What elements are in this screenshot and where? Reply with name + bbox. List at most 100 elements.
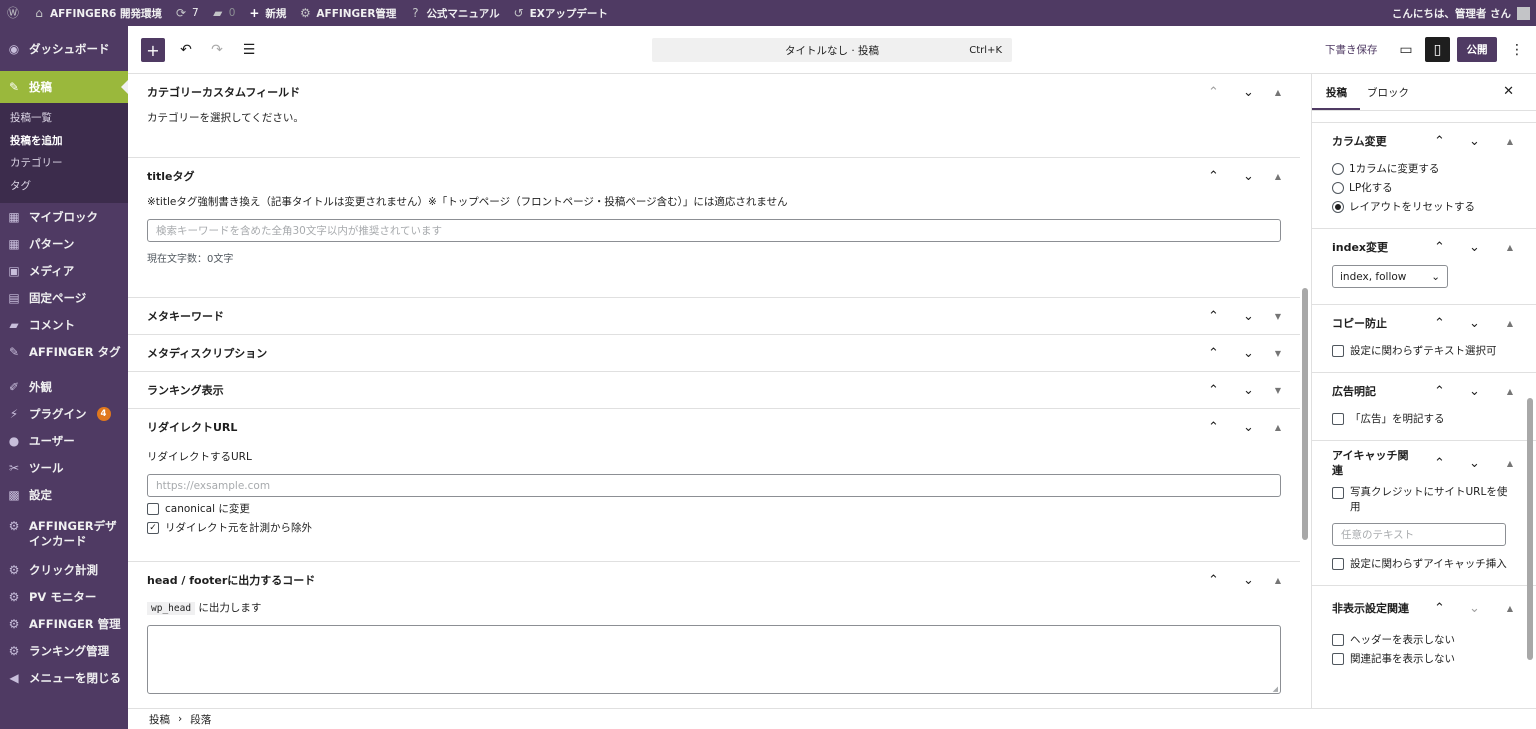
ex-update-link[interactable]: ↺ EXアップデート xyxy=(506,0,614,26)
move-down-icon[interactable]: ⌄ xyxy=(1457,456,1492,471)
move-down-icon[interactable]: ⌄ xyxy=(1231,85,1266,100)
menu-media[interactable]: ▣ メディア xyxy=(0,257,128,284)
updates-link[interactable]: ⟳ 7 xyxy=(168,0,205,26)
index-select[interactable]: index, follow ⌄ xyxy=(1332,265,1448,288)
main-scrollbar-thumb[interactable] xyxy=(1302,288,1308,540)
redo-button[interactable]: ↷ xyxy=(205,38,229,62)
head-code-textarea[interactable] xyxy=(147,625,1281,694)
command-palette-bar[interactable]: タイトルなし · 投稿 Ctrl+K xyxy=(652,38,1012,62)
save-draft-button[interactable]: 下書き保存 xyxy=(1325,38,1378,62)
move-down-icon[interactable]: ⌄ xyxy=(1457,316,1492,331)
move-up-icon[interactable]: ⌃ xyxy=(1422,240,1457,255)
wordpress-logo[interactable]: Ⓦ xyxy=(0,0,26,26)
menu-plugins[interactable]: ⚡ プラグイン 4 xyxy=(0,400,128,427)
submenu-tags[interactable]: タグ xyxy=(0,175,128,198)
move-up-icon[interactable]: ⌃ xyxy=(1422,601,1457,616)
add-block-button[interactable]: + xyxy=(141,38,165,62)
move-up-icon[interactable]: ⌃ xyxy=(1196,420,1231,435)
panel-title[interactable]: ランキング表示 xyxy=(128,372,1300,408)
move-up-icon[interactable]: ⌃ xyxy=(1196,573,1231,588)
toggle-panel-icon[interactable]: ▼ xyxy=(1266,312,1290,321)
toggle-panel-icon[interactable]: ▲ xyxy=(1492,319,1528,328)
comments-link[interactable]: ▰ 0 xyxy=(205,0,242,26)
hide-related-row[interactable]: 関連記事を表示しない xyxy=(1332,649,1516,668)
preview-button[interactable]: ▭ xyxy=(1394,38,1418,62)
menu-patterns[interactable]: ▦ パターン xyxy=(0,230,128,257)
move-up-icon[interactable]: ⌃ xyxy=(1196,85,1231,100)
toggle-panel-icon[interactable]: ▲ xyxy=(1266,88,1290,97)
account-menu[interactable]: こんにちは、管理者 さん xyxy=(1392,6,1536,21)
panel-title[interactable]: アイキャッチ関連 xyxy=(1332,441,1412,485)
toggle-panel-icon[interactable]: ▲ xyxy=(1266,576,1290,585)
menu-my-blocks[interactable]: ▦ マイブロック xyxy=(0,203,128,230)
move-up-icon[interactable]: ⌃ xyxy=(1196,346,1231,361)
toggle-panel-icon[interactable]: ▲ xyxy=(1492,243,1528,252)
move-up-icon[interactable]: ⌃ xyxy=(1196,169,1231,184)
menu-affinger-tag[interactable]: ✎ AFFINGER タグ xyxy=(0,338,128,365)
menu-collapse[interactable]: ◀ メニューを閉じる xyxy=(0,664,128,691)
menu-appearance[interactable]: ✐ 外観 xyxy=(0,373,128,400)
move-up-icon[interactable]: ⌃ xyxy=(1196,309,1231,324)
ad-checkbox-row[interactable]: 「広告」を明記する xyxy=(1332,409,1516,428)
undo-button[interactable]: ↶ xyxy=(174,38,198,62)
new-content-link[interactable]: + 新規 xyxy=(241,0,292,26)
checkbox[interactable] xyxy=(1332,487,1344,499)
panel-title[interactable]: メタキーワード xyxy=(128,298,1300,334)
radio-button[interactable] xyxy=(1332,162,1344,175)
canonical-checkbox[interactable] xyxy=(147,502,159,515)
radio-reset-layout[interactable]: レイアウトをリセットする xyxy=(1332,197,1516,216)
move-down-icon[interactable]: ⌄ xyxy=(1231,309,1266,324)
checkbox[interactable] xyxy=(1332,652,1344,665)
checkbox[interactable] xyxy=(1332,412,1344,425)
canonical-checkbox-row[interactable]: canonical に変更 xyxy=(147,499,1281,518)
copy-checkbox-row[interactable]: 設定に関わらずテキスト選択可 xyxy=(1332,341,1516,360)
settings-toggle-button[interactable]: ▯ xyxy=(1425,37,1450,62)
menu-settings[interactable]: ▩ 設定 xyxy=(0,481,128,508)
move-down-icon[interactable]: ⌄ xyxy=(1457,134,1492,149)
menu-pages[interactable]: ▤ 固定ページ xyxy=(0,284,128,311)
panel-title[interactable]: メタディスクリプション xyxy=(128,335,1300,371)
breadcrumb-post[interactable]: 投稿 xyxy=(149,712,170,727)
credit-checkbox-row[interactable]: 写真クレジットにサイトURLを使用 xyxy=(1332,485,1516,515)
panel-title[interactable]: カテゴリーカスタムフィールド xyxy=(128,74,1300,110)
radio-button[interactable] xyxy=(1332,181,1344,194)
exclude-checkbox-row[interactable]: ✓ リダイレクト元を計測から除外 xyxy=(147,518,1281,537)
options-button[interactable]: ⋮ xyxy=(1505,38,1529,62)
manual-link[interactable]: ? 公式マニュアル xyxy=(402,0,505,26)
submenu-all-posts[interactable]: 投稿一覧 xyxy=(0,107,128,130)
toggle-panel-icon[interactable]: ▲ xyxy=(1492,137,1528,146)
toggle-panel-icon[interactable]: ▲ xyxy=(1266,423,1290,432)
move-down-icon[interactable]: ⌄ xyxy=(1457,240,1492,255)
document-overview-button[interactable]: ☰ xyxy=(237,38,261,62)
toggle-panel-icon[interactable]: ▲ xyxy=(1266,172,1290,181)
publish-button[interactable]: 公開 xyxy=(1457,37,1497,62)
redirect-url-input[interactable]: https://exsample.com xyxy=(147,474,1281,497)
tab-post[interactable]: 投稿 xyxy=(1326,85,1347,100)
submenu-categories[interactable]: カテゴリー xyxy=(0,152,128,175)
breadcrumb-paragraph[interactable]: 段落 xyxy=(190,712,211,727)
menu-users[interactable]: ● ユーザー xyxy=(0,427,128,454)
eyecatch-insert-row[interactable]: 設定に関わらずアイキャッチ挿入 xyxy=(1332,554,1516,573)
menu-pv-monitor[interactable]: ⚙ PV モニター xyxy=(0,583,128,610)
toggle-panel-icon[interactable]: ▲ xyxy=(1492,387,1528,396)
menu-tools[interactable]: ✂ ツール xyxy=(0,454,128,481)
move-down-icon[interactable]: ⌄ xyxy=(1457,601,1492,616)
checkbox[interactable] xyxy=(1332,633,1344,646)
move-down-icon[interactable]: ⌄ xyxy=(1457,384,1492,399)
move-up-icon[interactable]: ⌃ xyxy=(1422,384,1457,399)
move-up-icon[interactable]: ⌃ xyxy=(1422,316,1457,331)
menu-dashboard[interactable]: ◉ ダッシュボード xyxy=(0,26,128,71)
checkbox[interactable] xyxy=(1332,344,1344,357)
toggle-panel-icon[interactable]: ▼ xyxy=(1266,386,1290,395)
move-down-icon[interactable]: ⌄ xyxy=(1231,383,1266,398)
credit-text-input[interactable]: 任意のテキスト xyxy=(1332,523,1506,546)
toggle-panel-icon[interactable]: ▲ xyxy=(1492,459,1528,468)
menu-comments[interactable]: ▰ コメント xyxy=(0,311,128,338)
menu-affinger-admin[interactable]: ⚙ AFFINGER 管理 xyxy=(0,610,128,637)
settings-scrollbar-thumb[interactable] xyxy=(1527,398,1533,660)
toggle-panel-icon[interactable]: ▲ xyxy=(1492,604,1528,613)
toggle-panel-icon[interactable]: ▼ xyxy=(1266,349,1290,358)
submenu-add-post[interactable]: 投稿を追加 xyxy=(0,130,128,153)
hide-header-row[interactable]: ヘッダーを表示しない xyxy=(1332,630,1516,649)
checkbox[interactable] xyxy=(1332,557,1344,570)
